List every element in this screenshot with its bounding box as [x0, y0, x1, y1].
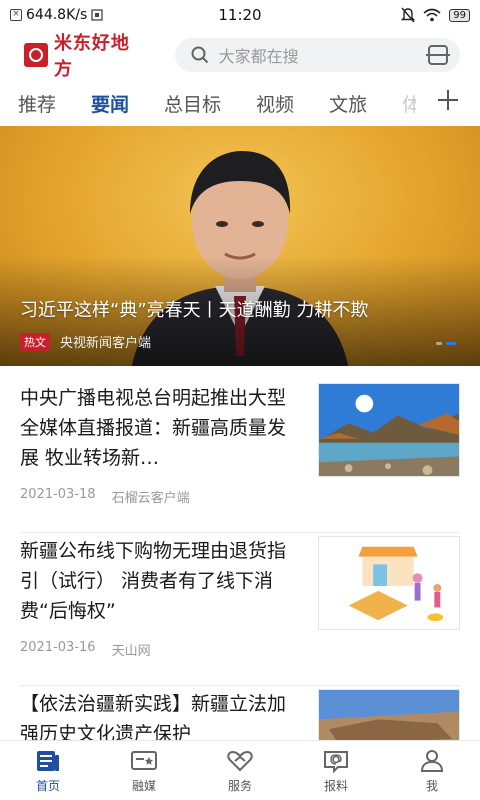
screenshot-icon	[91, 9, 103, 21]
nav-service[interactable]: 服务	[192, 741, 288, 800]
battery-indicator: 99	[449, 8, 470, 22]
carousel-dot-active	[446, 342, 456, 345]
nav-home[interactable]: 首页	[0, 741, 96, 800]
hero-source: 央视新闻客户端	[60, 336, 152, 351]
tab-general-goal[interactable]: 总目标	[164, 90, 221, 117]
news-date: 2021-03-16	[20, 640, 96, 655]
scan-icon[interactable]	[426, 45, 450, 65]
news-meta: 2021-03-18 石榴云客户端	[20, 487, 190, 506]
nav-label: 服务	[227, 779, 252, 793]
tab-culture-tourism[interactable]: 文旅	[329, 90, 367, 117]
hot-tag: 热文	[20, 332, 50, 351]
news-title: 中央广播电视总台明起推出大型全媒体直播报道：新疆高质量发展 牧业转场新…	[20, 387, 287, 469]
notification-x-icon: ×	[10, 9, 22, 21]
tab-headlines[interactable]: 要闻	[91, 90, 129, 117]
nav-media[interactable]: 融媒	[96, 741, 192, 800]
network-speed: 644.8K/s	[26, 7, 88, 23]
status-bar: × 644.8K/s 11:20 99	[0, 0, 480, 30]
service-icon	[227, 750, 253, 772]
mute-bell-icon	[401, 7, 416, 23]
report-icon	[324, 751, 348, 773]
search-icon	[191, 46, 208, 64]
hero-title: 习近平这样“典”亮春天丨天道酬勤 力耕不欺	[20, 300, 369, 321]
news-item[interactable]: 新疆公布线下购物无理由退货指引（试行） 消费者有了线下消费“后悔权” 2021-…	[20, 536, 460, 686]
news-source: 石榴云客户端	[111, 491, 190, 506]
nav-label: 报料	[323, 779, 348, 793]
channel-tabs: 推荐 要闻 总目标 视频 文旅 体	[0, 80, 480, 126]
app-header: 米东好地方 大家都在搜	[0, 30, 480, 80]
user-icon	[420, 750, 444, 772]
tab-video[interactable]: 视频	[256, 90, 294, 117]
news-meta: 2021-03-16 天山网	[20, 640, 151, 659]
nav-me[interactable]: 我	[384, 741, 480, 800]
logo-mark-icon	[24, 43, 48, 67]
logo-text: 米东好地方	[53, 33, 130, 80]
news-thumbnail	[318, 536, 460, 630]
search-bar[interactable]: 大家都在搜	[174, 38, 460, 72]
carousel-indicator	[436, 342, 456, 345]
nav-report[interactable]: 报料	[288, 741, 384, 800]
home-news-icon	[37, 751, 59, 771]
carousel-dot	[436, 342, 442, 345]
app-logo: 米东好地方	[24, 29, 149, 81]
news-thumbnail	[318, 383, 460, 477]
tab-recommend[interactable]: 推荐	[18, 90, 56, 117]
news-date: 2021-03-18	[20, 487, 96, 502]
nav-label: 融媒	[131, 779, 156, 793]
hero-banner[interactable]: 习近平这样“典”亮春天丨天道酬勤 力耕不欺 热文 央视新闻客户端	[0, 126, 480, 366]
nav-label: 我	[425, 779, 438, 793]
wifi-icon	[423, 8, 441, 22]
add-channel-icon[interactable]	[438, 90, 458, 110]
search-placeholder: 大家都在搜	[218, 47, 299, 66]
bottom-nav: 首页 融媒 服务 报料 我	[0, 740, 480, 800]
news-title: 新疆公布线下购物无理由退货指引（试行） 消费者有了线下消费“后悔权”	[20, 540, 287, 622]
nav-label: 首页	[35, 779, 60, 793]
news-source: 天山网	[111, 644, 151, 659]
hero-meta: 热文 央视新闻客户端	[20, 332, 151, 351]
news-item[interactable]: 中央广播电视总台明起推出大型全媒体直播报道：新疆高质量发展 牧业转场新… 202…	[20, 383, 460, 533]
media-icon	[131, 751, 157, 770]
tab-sports[interactable]: 体	[402, 90, 416, 117]
